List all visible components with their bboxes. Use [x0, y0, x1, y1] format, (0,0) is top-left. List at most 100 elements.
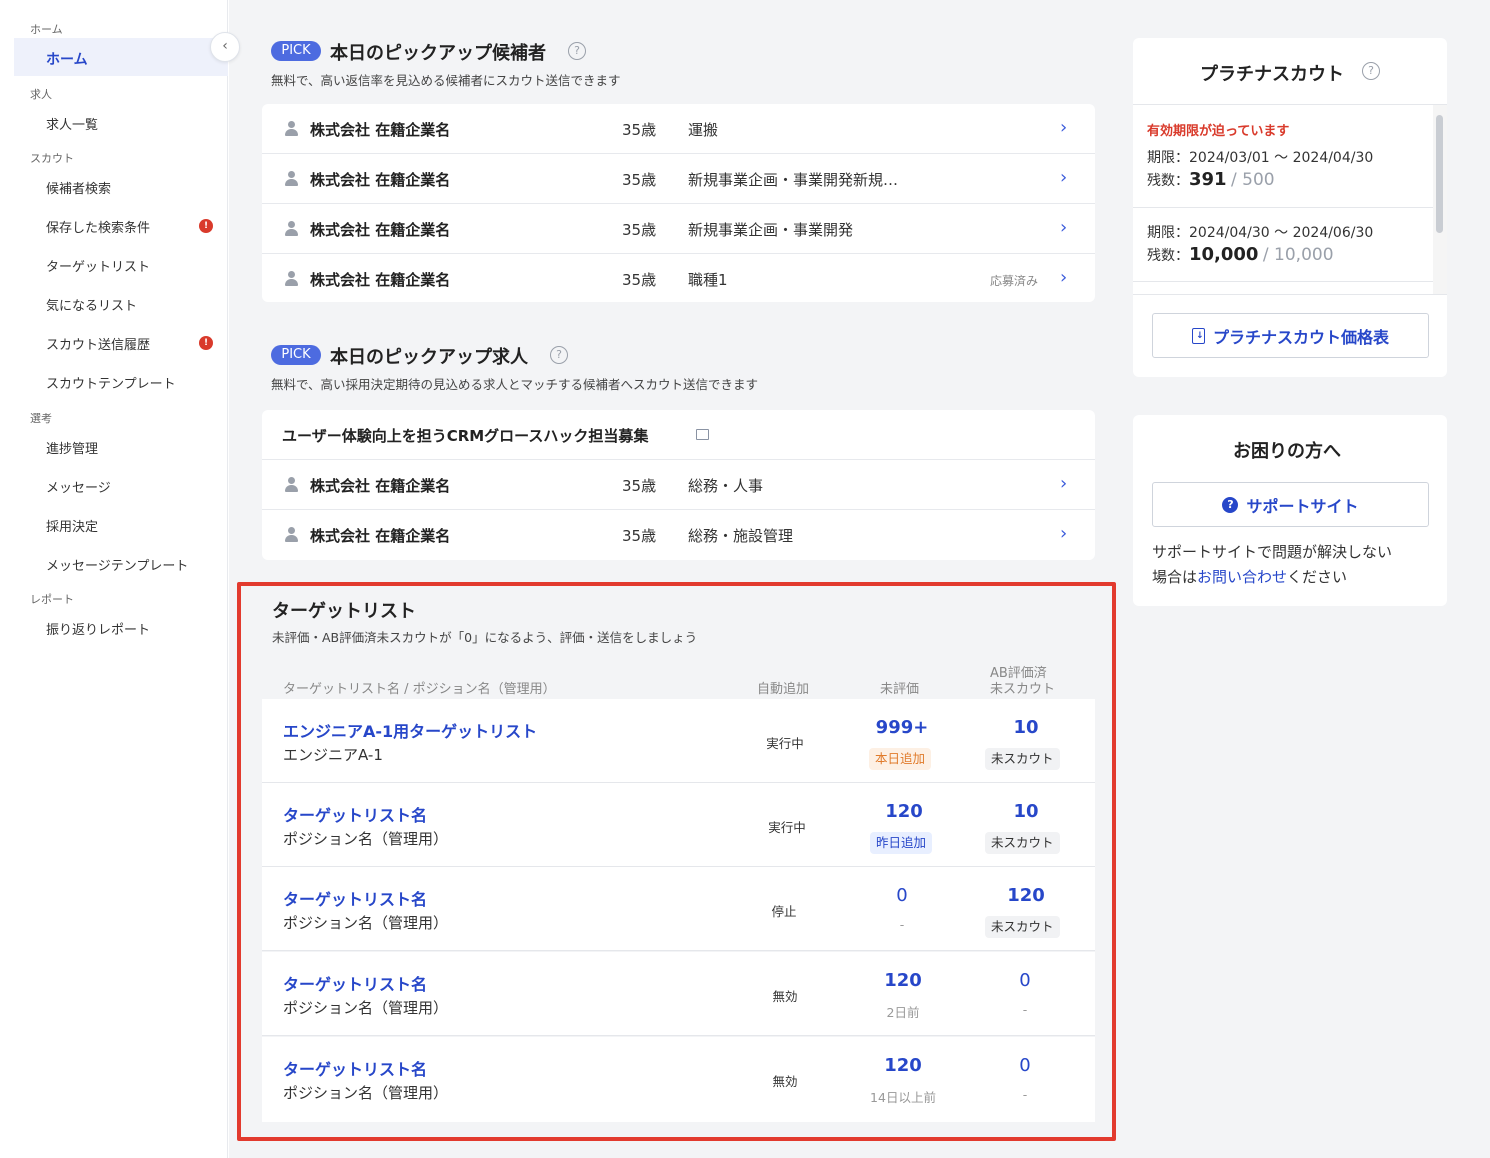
- target-list-row[interactable]: エンジニアA-1用ターゲットリスト エンジニアA-1 実行中 999+ 本日追加…: [262, 699, 1095, 783]
- column-header-unrated: 未評価: [880, 682, 920, 697]
- divider: [1133, 281, 1433, 282]
- alert-badge: !: [199, 336, 213, 350]
- scrollbar-thumb[interactable]: [1436, 115, 1443, 233]
- sidebar-item-scout-history[interactable]: スカウト送信履歴: [46, 334, 150, 353]
- unscouted-chip: 未スカウト: [985, 916, 1060, 938]
- target-list-row[interactable]: ターゲットリスト名 ポジション名（管理用） 無効 120 14日以上前 0 -: [262, 1037, 1095, 1122]
- period-row: 期限：2024/03/01 〜 2024/04/30: [1147, 150, 1374, 166]
- price-table-label[interactable]: プラチナスカウト価格表: [1213, 324, 1389, 348]
- candidate-job: 総務・施設管理: [688, 527, 794, 545]
- unrated-count[interactable]: 0: [862, 885, 942, 906]
- sidebar-item-home-label[interactable]: ホーム: [46, 49, 88, 69]
- auto-add-status: 無効: [772, 1074, 798, 1089]
- target-list-name[interactable]: ターゲットリスト名: [283, 802, 427, 826]
- target-list-name[interactable]: ターゲットリスト名: [283, 1056, 427, 1080]
- period-row: 期限：2024/04/30 〜 2024/06/30: [1147, 225, 1374, 241]
- column-header-auto-add: 自動追加: [757, 682, 810, 697]
- sidebar-item-scout-templates[interactable]: スカウトテンプレート: [46, 373, 176, 392]
- unrated-count[interactable]: 120: [863, 970, 943, 991]
- target-list-name[interactable]: エンジニアA-1用ターゲットリスト: [283, 718, 537, 742]
- candidate-row[interactable]: 株式会社 在籍企業名 35歳 職種1 応募済み ›: [262, 254, 1095, 304]
- unscouted-chip: 未スカウト: [985, 832, 1060, 854]
- unrated-count[interactable]: 120: [864, 801, 944, 822]
- candidate-row[interactable]: 株式会社 在籍企業名 35歳 総務・施設管理 ›: [262, 510, 1095, 560]
- sidebar-section-selection: 選考: [30, 412, 52, 425]
- ab-unscouted-count[interactable]: 10: [986, 717, 1066, 738]
- sidebar-item-candidate-search[interactable]: 候補者検索: [46, 178, 111, 197]
- sidebar-item-message-templates[interactable]: メッセージテンプレート: [46, 555, 188, 574]
- pickup-jobs-title: 本日のピックアップ求人: [330, 347, 528, 368]
- sidebar-item-watch-list[interactable]: 気になるリスト: [46, 295, 137, 314]
- external-link-icon[interactable]: [696, 429, 709, 440]
- divider: [1133, 294, 1447, 295]
- candidate-job: 職種1: [688, 271, 728, 289]
- document-download-icon: ↓: [1191, 327, 1205, 344]
- help-text: サポートサイトで問題が解決しない 場合はお問い合わせください: [1152, 540, 1442, 590]
- column-header-ab-line2: 未スカウト: [990, 682, 1056, 697]
- candidate-age: 35歳: [622, 527, 657, 545]
- chevron-right-icon[interactable]: ›: [1060, 473, 1067, 494]
- candidate-row[interactable]: 株式会社 在籍企業名 35歳 新規事業企画・事業開発 ›: [262, 204, 1095, 254]
- unscouted-chip: 未スカウト: [985, 748, 1060, 770]
- sidebar-item-target-list[interactable]: ターゲットリスト: [46, 256, 150, 275]
- alert-badge: !: [199, 219, 213, 233]
- sidebar-item-messages[interactable]: メッセージ: [46, 477, 111, 496]
- job-title-row[interactable]: ユーザー体験向上を担うCRMグロースハック担当募集: [262, 410, 1095, 460]
- sidebar-item-job-list[interactable]: 求人一覧: [46, 114, 98, 133]
- expiry-warning: 有効期限が迫っています: [1147, 124, 1290, 139]
- sidebar: ホーム ホーム 求人 求人一覧 スカウト 候補者検索 保存した検索条件 ! ター…: [0, 0, 228, 1158]
- sidebar-section-jobs: 求人: [30, 88, 52, 101]
- ab-unscouted-count[interactable]: 10: [986, 801, 1066, 822]
- position-name: ポジション名（管理用）: [283, 914, 449, 932]
- chevron-right-icon[interactable]: ›: [1060, 267, 1067, 288]
- column-header-name: ターゲットリスト名 / ポジション名（管理用）: [283, 682, 556, 697]
- divider: [1133, 207, 1433, 208]
- candidate-row[interactable]: 株式会社 在籍企業名 35歳 運搬 ›: [262, 104, 1095, 154]
- ab-unscouted-count[interactable]: 0: [985, 1055, 1065, 1076]
- candidate-age: 35歳: [622, 171, 657, 189]
- sidebar-section-home: ホーム: [30, 23, 63, 36]
- auto-add-status: 停止: [771, 904, 797, 919]
- chevron-right-icon[interactable]: ›: [1060, 167, 1067, 188]
- target-list-row[interactable]: ターゲットリスト名 ポジション名（管理用） 停止 0 - 120 未スカウト: [262, 867, 1095, 951]
- target-list-name[interactable]: ターゲットリスト名: [283, 971, 427, 995]
- candidate-row[interactable]: 株式会社 在籍企業名 35歳 総務・人事 ›: [262, 460, 1095, 510]
- person-icon: [284, 221, 298, 237]
- target-list-row[interactable]: ターゲットリスト名 ポジション名（管理用） 実行中 120 昨日追加 10 未ス…: [262, 783, 1095, 867]
- company-name: 株式会社 在籍企業名: [310, 171, 451, 189]
- ab-unscouted-sub: -: [1022, 1087, 1028, 1102]
- person-icon: [284, 527, 298, 543]
- company-name: 株式会社 在籍企業名: [310, 527, 451, 545]
- contact-link[interactable]: お問い合わせ: [1197, 568, 1287, 586]
- help-icon[interactable]: ?: [568, 42, 586, 60]
- person-icon: [284, 171, 298, 187]
- ab-unscouted-count[interactable]: 120: [986, 885, 1066, 906]
- target-list-row[interactable]: ターゲットリスト名 ポジション名（管理用） 無効 120 2日前 0 -: [262, 952, 1095, 1036]
- price-table-button[interactable]: ↓ プラチナスカウト価格表: [1152, 313, 1429, 358]
- target-list-name[interactable]: ターゲットリスト名: [283, 886, 427, 910]
- help-icon[interactable]: ?: [1362, 62, 1380, 80]
- target-list-description: 未評価・AB評価済未スカウトが「0」になるよう、評価・送信をしましょう: [272, 630, 698, 645]
- chevron-right-icon[interactable]: ›: [1060, 117, 1067, 138]
- candidate-age: 35歳: [622, 271, 657, 289]
- candidate-job: 運搬: [688, 121, 719, 139]
- support-site-label[interactable]: サポートサイト: [1246, 493, 1358, 517]
- collapse-sidebar-icon[interactable]: ‹: [210, 32, 240, 62]
- auto-add-status: 無効: [772, 989, 798, 1004]
- unrated-count[interactable]: 120: [863, 1055, 943, 1076]
- target-list-title: ターゲットリスト: [272, 601, 416, 622]
- help-icon[interactable]: ?: [550, 346, 568, 364]
- platinum-periods-scroll[interactable]: 有効期限が迫っています 期限：2024/03/01 〜 2024/04/30 残…: [1133, 105, 1447, 294]
- ab-unscouted-count[interactable]: 0: [985, 970, 1065, 991]
- sidebar-item-hired[interactable]: 採用決定: [46, 516, 98, 535]
- unrated-count[interactable]: 999+: [862, 717, 942, 738]
- sidebar-item-saved-searches[interactable]: 保存した検索条件: [46, 217, 150, 236]
- job-title[interactable]: ユーザー体験向上を担うCRMグロースハック担当募集: [282, 425, 648, 446]
- chevron-right-icon[interactable]: ›: [1060, 523, 1067, 544]
- chevron-right-icon[interactable]: ›: [1060, 217, 1067, 238]
- sidebar-item-progress[interactable]: 進捗管理: [46, 438, 98, 457]
- auto-add-status: 実行中: [766, 736, 804, 751]
- support-site-button[interactable]: ? サポートサイト: [1152, 482, 1429, 527]
- sidebar-item-review-report[interactable]: 振り返りレポート: [46, 619, 150, 638]
- candidate-row[interactable]: 株式会社 在籍企業名 35歳 新規事業企画・事業開発新規… ›: [262, 154, 1095, 204]
